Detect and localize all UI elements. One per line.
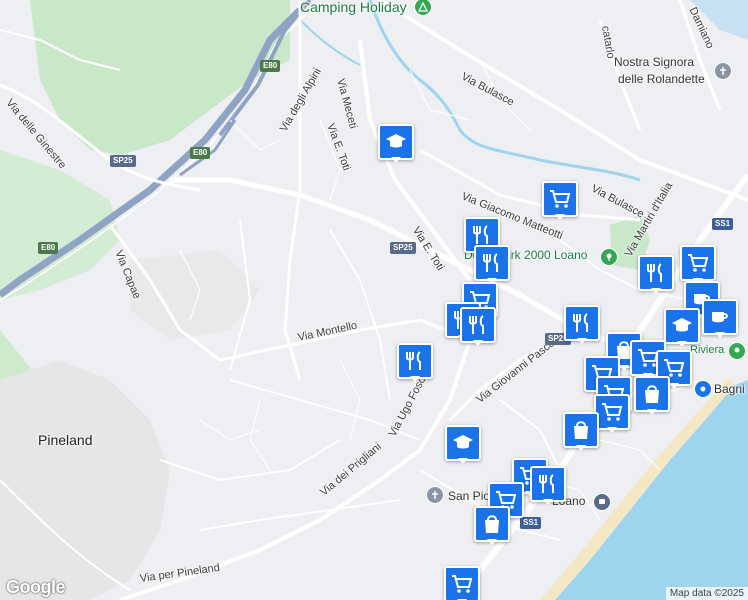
restaurant-icon[interactable] xyxy=(474,245,510,285)
place-label: San Pio xyxy=(448,489,491,503)
cafe-icon[interactable] xyxy=(702,299,738,339)
shopping-bag-icon[interactable] xyxy=(474,506,510,546)
restaurant-icon[interactable] xyxy=(397,343,433,383)
google-logo: Google xyxy=(6,577,66,597)
road-shield: SS1 xyxy=(712,218,734,230)
road-shield: E80 xyxy=(190,147,211,159)
school-icon[interactable] xyxy=(445,425,481,465)
map-attribution[interactable]: Map data ©2025 xyxy=(665,587,748,600)
road-shield: SP25 xyxy=(110,155,136,167)
restaurant-icon[interactable] xyxy=(460,307,496,347)
place-label: Pineland xyxy=(38,432,93,448)
shopping-cart-icon[interactable] xyxy=(542,181,578,221)
restaurant-icon[interactable] xyxy=(564,305,600,345)
school-icon[interactable] xyxy=(664,308,700,348)
road-shield: E80 xyxy=(260,60,281,72)
river xyxy=(299,19,361,66)
road-shield: E80 xyxy=(38,242,59,254)
place-icon[interactable] xyxy=(694,380,712,398)
shopping-bag-icon[interactable] xyxy=(634,376,670,416)
park-icon[interactable] xyxy=(728,342,746,360)
hill-shade xyxy=(130,250,260,340)
shopping-cart-icon[interactable] xyxy=(594,394,630,434)
shopping-cart-icon[interactable] xyxy=(680,245,716,285)
church-icon[interactable] xyxy=(426,486,444,504)
place-label: Nostra Signora xyxy=(614,55,695,69)
place-label: delle Rolandette xyxy=(618,72,705,86)
road-shield: SP25 xyxy=(390,242,416,254)
map-base-layer xyxy=(0,0,748,600)
map-canvas[interactable]: Camping Holiday Nostra Signora delle Rol… xyxy=(0,0,748,600)
church-icon[interactable] xyxy=(714,62,732,80)
restaurant-icon[interactable] xyxy=(638,255,674,295)
road-label: Camping Holiday xyxy=(300,0,407,15)
shopping-cart-icon[interactable] xyxy=(444,566,480,600)
place-label: Bagni xyxy=(714,382,745,396)
school-icon[interactable] xyxy=(378,124,414,164)
park-icon[interactable] xyxy=(600,248,618,266)
hill-shade xyxy=(0,360,170,600)
train-station-icon[interactable] xyxy=(593,493,611,511)
shopping-bag-icon[interactable] xyxy=(563,412,599,452)
restaurant-icon[interactable] xyxy=(530,466,566,506)
